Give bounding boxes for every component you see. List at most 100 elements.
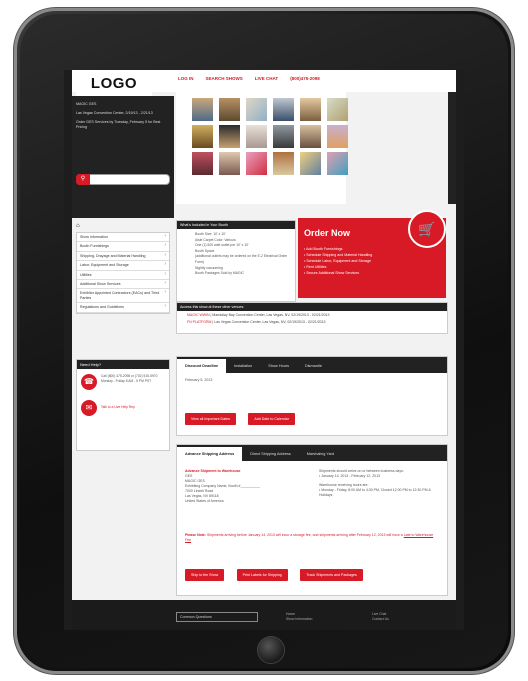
deadlines-tabbar: Discount Deadline Installation Show Hour…	[177, 357, 447, 373]
show-promo: Order GES Services by Tuesday, February …	[76, 120, 161, 129]
arrival-range-text: January 14, 2013 - February 12, 2013	[321, 474, 380, 478]
sidebar-item-eacs[interactable]: Exhibitor Appointed Contractors (EACs) a…	[77, 289, 169, 304]
order-link-services[interactable]: Secure Additional Show Services	[304, 270, 372, 276]
order-now-panel: Order Now 🛒 Add Booth Furnishings Schedu…	[298, 210, 446, 298]
arrival-info: Shipments should arrive on or between bu…	[319, 469, 441, 498]
thumb-10	[273, 125, 294, 148]
footer-link[interactable]: Contact Us	[372, 617, 389, 622]
note-text: Shipments arriving before January 14, 20…	[207, 533, 403, 537]
phone-link[interactable]: (800)475-2098	[290, 76, 320, 81]
thumb-12	[327, 125, 348, 148]
booth-included-box: What's Included in Your Booth Booth Size…	[176, 220, 296, 302]
hero-image-grid	[176, 92, 348, 204]
ship-to-show-button[interactable]: Ship to the Show	[185, 569, 225, 581]
footer-link[interactable]: Show Information	[286, 617, 312, 622]
thumb-8	[219, 125, 240, 148]
footer-col-1: Home Show Information	[286, 612, 312, 622]
search-shows-link[interactable]: SEARCH SHOWS	[206, 76, 243, 81]
show-location: Las Vegas Convention Center, 2/19/13 - 2…	[76, 111, 153, 115]
shipping-panel: Advance Shipping Address Direct Shipping…	[176, 444, 448, 596]
show-name: MAGIC GES	[76, 102, 97, 106]
thumb-15	[246, 152, 267, 175]
thumb-4	[273, 98, 294, 121]
logo[interactable]: LOGO	[76, 72, 152, 98]
thumb-1	[192, 98, 213, 121]
tablet-screen: LOG IN SEARCH SHOWS LIVE CHAT (800)475-2…	[64, 70, 464, 630]
hours-text: Monday - Friday, 8:00 AM to 4:30 PM, Clo…	[319, 488, 431, 497]
tab-discount-deadline[interactable]: Discount Deadline	[177, 359, 227, 373]
cart-icon[interactable]: 🛒	[408, 210, 446, 248]
search-icon[interactable]: ⚲	[76, 174, 90, 185]
note-label: Please Note:	[185, 533, 207, 537]
other-venues-title: Access this show at these other venues:	[177, 303, 447, 311]
top-nav: LOG IN SEARCH SHOWS LIVE CHAT (800)475-2…	[178, 76, 320, 81]
footer: Common Questions Home Show Information L…	[72, 600, 456, 630]
tab-marshaling-yard[interactable]: Marshaling Yard	[299, 447, 342, 461]
venue-row: MAGIC WWIN | Mandalay Bay Convention Cen…	[177, 311, 447, 318]
track-shipments-button[interactable]: Track Shipments and Packages	[300, 569, 363, 581]
help-title: Need Help?	[77, 360, 169, 369]
warehouse-address: Advance Shipment to Warehouse GES MAGIC …	[185, 469, 305, 504]
tab-show-hours[interactable]: Show Hours	[260, 359, 297, 373]
common-questions-box[interactable]: Common Questions	[176, 612, 258, 622]
sidebar-item-labor[interactable]: Labor, Equipment and Storage	[77, 261, 169, 271]
thumb-18	[327, 152, 348, 175]
included-item: (additional outlets may be ordered on th…	[195, 254, 288, 264]
help-phone: Call (800) 475-2098 or (702) 515-5970 Mo…	[101, 374, 158, 383]
venue-text: | Mandalay Bay Convention Center, Las Ve…	[210, 313, 330, 317]
phone-icon: ☎	[81, 374, 97, 390]
thumb-2	[219, 98, 240, 121]
sidebar-item-booth-furnishings[interactable]: Booth Furnishings	[77, 242, 169, 252]
venue-link[interactable]: MAGIC WWIN	[187, 313, 210, 317]
sidebar: MAGIC GES Las Vegas Convention Center, 2…	[72, 96, 174, 451]
thumb-5	[300, 98, 321, 121]
sidebar-item-additional-services[interactable]: Additional Show Services	[77, 280, 169, 290]
tab-advance-shipping[interactable]: Advance Shipping Address	[177, 447, 243, 461]
thumb-6	[327, 98, 348, 121]
sidebar-item-shipping[interactable]: Shipping, Drayage and Material Handling	[77, 252, 169, 262]
sidebar-item-utilities[interactable]: Utilities	[77, 271, 169, 281]
booth-included-title: What's Included in Your Booth	[177, 221, 295, 229]
thumb-17	[300, 152, 321, 175]
thumb-9	[246, 125, 267, 148]
sidebar-item-show-information[interactable]: Show Information	[77, 233, 169, 243]
home-button[interactable]	[258, 637, 284, 663]
shipping-note: Please Note: Shipments arriving before J…	[185, 533, 440, 543]
add-calendar-button[interactable]: Add Date to Calendar	[248, 413, 295, 425]
tab-dismantle[interactable]: Dismantle	[297, 359, 330, 373]
hero-side-bar	[448, 92, 456, 204]
thumb-14	[219, 152, 240, 175]
tab-direct-shipping[interactable]: Direct Shipping Address	[242, 447, 299, 461]
other-venues-box: Access this show at these other venues: …	[176, 302, 448, 334]
thumb-13	[192, 152, 213, 175]
thumb-11	[300, 125, 321, 148]
thumb-16	[273, 152, 294, 175]
thumb-7	[192, 125, 213, 148]
view-dates-button[interactable]: View all Important Dates	[185, 413, 236, 425]
address-line: United States of America	[185, 499, 224, 503]
footer-col-2: Live Chat Contact Us	[372, 612, 389, 622]
order-now-title: Order Now	[304, 228, 351, 238]
web-page: LOG IN SEARCH SHOWS LIVE CHAT (800)475-2…	[72, 70, 456, 630]
included-item: Booth Packages Sold by MAGIC	[195, 271, 245, 276]
chat-icon[interactable]: ✉	[81, 400, 97, 416]
live-chat-link[interactable]: LIVE CHAT	[255, 76, 278, 81]
help-box: Need Help? ☎ Call (800) 475-2098 or (702…	[76, 359, 170, 451]
login-link[interactable]: LOG IN	[178, 76, 194, 81]
venue-row: FN PLATFORM | Las Vegas Convention Cente…	[177, 318, 447, 325]
deadlines-panel: Discount Deadline Installation Show Hour…	[176, 356, 448, 436]
thumb-3	[246, 98, 267, 121]
hours: • Monday - Friday, 8:00 AM to 4:30 PM, C…	[319, 488, 431, 497]
search-input[interactable]: ⚲	[76, 174, 170, 185]
sidebar-nav: Show Information Booth Furnishings Shipp…	[76, 232, 170, 314]
help-chat-link[interactable]: Talk to a Live Help Rep	[101, 405, 165, 410]
tab-installation[interactable]: Installation	[226, 359, 260, 373]
venue-link[interactable]: FN PLATFORM	[187, 320, 211, 324]
shipping-tabbar: Advance Shipping Address Direct Shipping…	[177, 445, 447, 461]
show-summary: MAGIC GES Las Vegas Convention Center, 2…	[72, 96, 174, 218]
deadline-date: February 5, 2013	[185, 378, 213, 382]
print-labels-button[interactable]: Print Labels for Shipping	[236, 569, 288, 581]
sidebar-item-regulations[interactable]: Regulations and Guidelines	[77, 303, 169, 313]
venue-text: | Las Vegas Convention Center, Las Vegas…	[212, 320, 326, 324]
home-icon[interactable]: ⌂	[76, 223, 80, 229]
